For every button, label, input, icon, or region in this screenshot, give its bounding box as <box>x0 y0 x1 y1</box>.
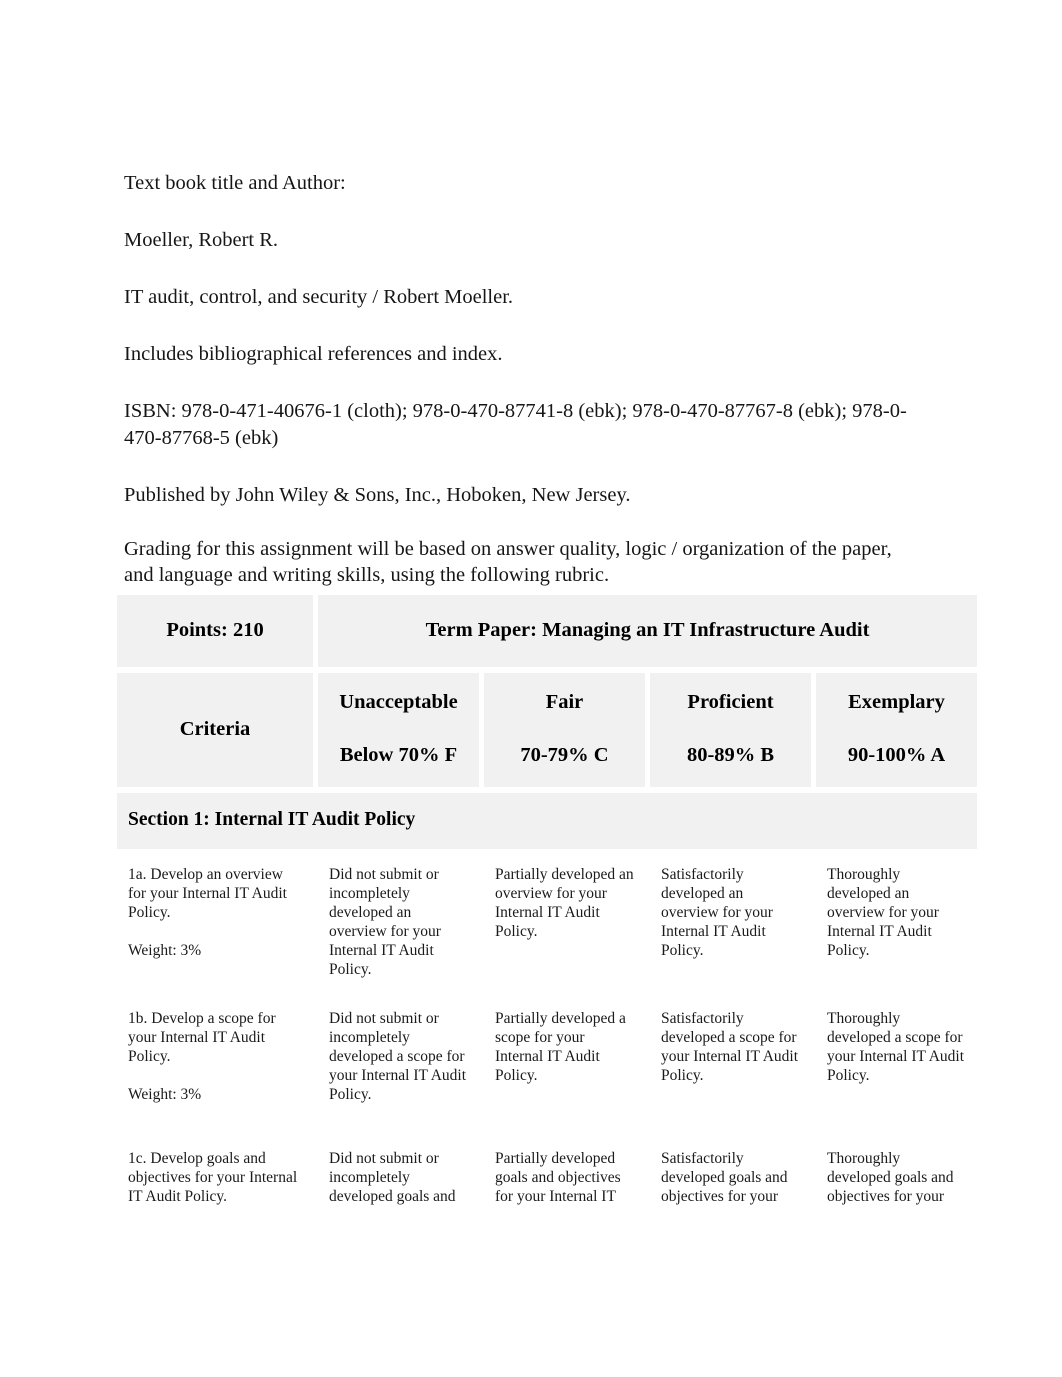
level-name-exemplary: Exemplary <box>848 691 945 713</box>
criterion-cell-1b: 1b. Develop a scope for your Internal IT… <box>117 999 313 1133</box>
level-range-fair: 70-79% C <box>520 744 609 766</box>
rubric-title-cell: Term Paper: Managing an IT Infrastructur… <box>318 595 977 667</box>
table-row: 1c. Develop goals and objectives for you… <box>117 1139 977 1218</box>
document-page: Text book title and Author: Moeller, Rob… <box>0 0 1062 1377</box>
level-name-proficient: Proficient <box>687 691 774 713</box>
descriptor-1b-unacceptable: Did not submit or incompletely developed… <box>318 999 479 1133</box>
level-name-unacceptable: Unacceptable <box>339 691 458 713</box>
rubric-table-container: Points: 210 Term Paper: Managing an IT I… <box>112 589 977 1224</box>
level-range-proficient: 80-89% B <box>686 744 775 766</box>
table-row: 1a. Develop an overview for your Interna… <box>117 855 977 993</box>
descriptor-1a-fair: Partially developed an overview for your… <box>484 855 645 993</box>
intro-paragraph-title: IT audit, control, and security / Robert… <box>124 286 514 308</box>
descriptor-1c-fair: Partially developed goals and objectives… <box>484 1139 645 1218</box>
section-title-cell: Section 1: Internal IT Audit Policy <box>117 793 977 849</box>
intro-paragraph-author: Moeller, Robert R. <box>124 229 279 251</box>
rubric-levels-row: Criteria Unacceptable Below 70% F Fair 7… <box>117 673 977 787</box>
criterion-text-1c: 1c. Develop goals and objectives for you… <box>128 1150 298 1205</box>
intro-paragraph-publisher: Published by John Wiley & Sons, Inc., Ho… <box>124 484 631 506</box>
intro-paragraph-isbn: ISBN: 978-0-471-40676-1 (cloth); 978-0-4… <box>124 400 907 449</box>
criterion-weight-1a: Weight: 3% <box>128 942 202 959</box>
intro-block: Text book title and Author: Moeller, Rob… <box>124 170 939 539</box>
descriptor-1c-proficient: Satisfactorily developed goals and objec… <box>650 1139 811 1218</box>
rubric-table: Points: 210 Term Paper: Managing an IT I… <box>112 589 982 1224</box>
grading-note: Grading for this assignment will be base… <box>124 538 892 586</box>
descriptor-1c-unacceptable: Did not submit or incompletely developed… <box>318 1139 479 1218</box>
descriptor-1c-exemplary: Thoroughly developed goals and objective… <box>816 1139 977 1218</box>
descriptor-1a-unacceptable: Did not submit or incompletely developed… <box>318 855 479 993</box>
level-range-exemplary: 90-100% A <box>847 744 946 766</box>
points-cell: Points: 210 <box>117 595 313 667</box>
criteria-header-cell: Criteria <box>117 673 313 787</box>
descriptor-1a-proficient: Satisfactorily developed an overview for… <box>650 855 811 993</box>
level-header-proficient: Proficient 80-89% B <box>650 673 811 787</box>
rubric-section-row: Section 1: Internal IT Audit Policy <box>117 793 977 849</box>
descriptor-1a-exemplary: Thoroughly developed an overview for you… <box>816 855 977 993</box>
rubric-header-row: Points: 210 Term Paper: Managing an IT I… <box>117 595 977 667</box>
criterion-text-1a: 1a. Develop an overview for your Interna… <box>128 866 287 921</box>
criterion-weight-1b: Weight: 3% <box>128 1086 202 1103</box>
descriptor-1b-proficient: Satisfactorily developed a scope for you… <box>650 999 811 1133</box>
table-row: 1b. Develop a scope for your Internal IT… <box>117 999 977 1133</box>
descriptor-1b-exemplary: Thoroughly developed a scope for your In… <box>816 999 977 1133</box>
level-name-fair: Fair <box>545 691 584 713</box>
level-header-fair: Fair 70-79% C <box>484 673 645 787</box>
criterion-cell-1a: 1a. Develop an overview for your Interna… <box>117 855 313 993</box>
intro-paragraph-references: Includes bibliographical references and … <box>124 343 503 365</box>
criterion-cell-1c: 1c. Develop goals and objectives for you… <box>117 1139 313 1218</box>
criterion-text-1b: 1b. Develop a scope for your Internal IT… <box>128 1010 276 1065</box>
descriptor-1b-fair: Partially developed a scope for your Int… <box>484 999 645 1133</box>
level-range-unacceptable: Below 70% F <box>339 744 458 766</box>
intro-paragraph-textbook-label: Text book title and Author: <box>124 172 346 194</box>
level-header-unacceptable: Unacceptable Below 70% F <box>318 673 479 787</box>
level-header-exemplary: Exemplary 90-100% A <box>816 673 977 787</box>
